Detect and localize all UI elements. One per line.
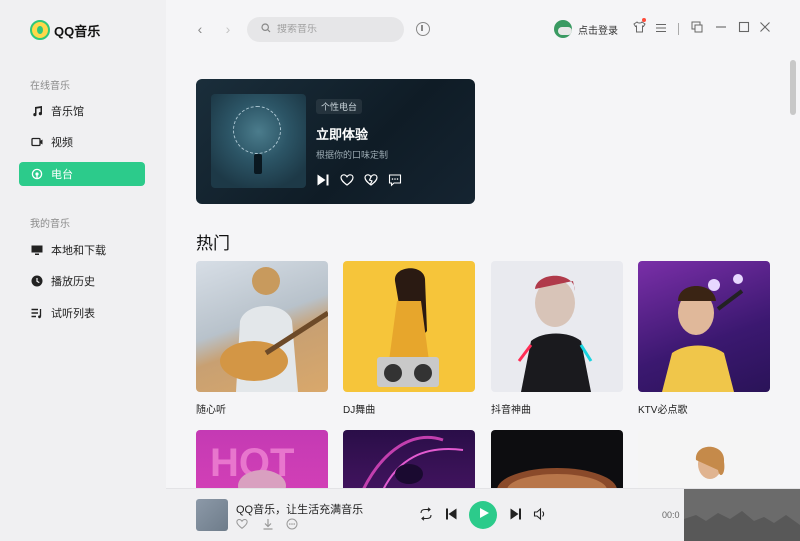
play-button[interactable] [469, 501, 497, 529]
search-box[interactable] [247, 17, 404, 42]
more-icon[interactable] [286, 518, 298, 530]
search-input[interactable] [277, 24, 387, 35]
sidebar-item-label: 电台 [51, 169, 73, 181]
top-bar: ‹ › 点击登录 [166, 0, 800, 60]
glitch-portrait-image [517, 275, 593, 392]
scrollbar-thumb[interactable] [790, 60, 796, 115]
qq-music-logo-icon [30, 20, 50, 40]
singer-image [662, 274, 744, 392]
section-title-online: 在线音乐 [30, 81, 70, 92]
avatar[interactable] [554, 20, 572, 38]
repeat-icon[interactable] [418, 507, 434, 523]
sidebar-item-label: 播放历史 [51, 276, 95, 288]
neon-figure-image [361, 435, 464, 491]
login-label[interactable]: 点击登录 [578, 22, 618, 37]
globe-illustration [233, 106, 281, 154]
hot-tile-ktv-must-sing[interactable] [638, 261, 770, 392]
personal-radio-card[interactable]: 个性电台 立即体验 根据你的口味定制 [196, 79, 475, 204]
minimize-icon[interactable] [714, 21, 728, 37]
hot-tile-douyin-hits[interactable] [491, 261, 623, 392]
scrollbar-track[interactable] [789, 60, 797, 480]
sidebar-item-label: 本地和下载 [51, 245, 106, 257]
dislike-icon[interactable] [364, 173, 378, 187]
sidebar-item-trial-list[interactable]: 试听列表 [19, 301, 145, 325]
video-icon [31, 136, 43, 148]
monitor-icon [31, 244, 43, 256]
playback-time: 00:0 [662, 510, 680, 520]
sidebar-item-label: 试听列表 [51, 308, 95, 320]
now-playing-title[interactable]: QQ音乐，让生活充满音乐 [236, 501, 363, 517]
player-bar: QQ音乐，让生活充满音乐 00:0 [166, 488, 800, 541]
back-icon[interactable]: ‹ [193, 21, 207, 37]
female-portrait-image [695, 446, 725, 479]
guitar-player-image [220, 267, 328, 392]
notification-dot [642, 18, 646, 22]
app-name: QQ音乐 [54, 23, 101, 39]
hot-tile-random-listen[interactable] [196, 261, 328, 392]
radio-cover-image[interactable] [211, 94, 306, 188]
clock-icon [31, 275, 43, 287]
comment-icon[interactable] [388, 173, 402, 187]
next-track-icon[interactable] [508, 507, 524, 523]
login-area[interactable]: 点击登录 [554, 20, 618, 38]
forward-icon[interactable]: › [221, 21, 235, 37]
hot-tile-label: DJ舞曲 [343, 405, 376, 416]
figure-illustration [254, 154, 262, 174]
close-icon[interactable] [758, 21, 772, 37]
divider [678, 23, 679, 35]
volume-icon[interactable] [532, 507, 548, 523]
app-logo[interactable]: QQ音乐 [30, 20, 100, 40]
drum-image [497, 468, 617, 512]
music-note-icon [31, 105, 43, 117]
waveform-visualizer [684, 489, 800, 541]
sidebar: QQ音乐 在线音乐 音乐馆 视频 电台 我的音乐 本地和下载 播放历史 试听列表 [0, 0, 166, 541]
hot-poster-image: HOT [210, 441, 294, 502]
sidebar-item-history[interactable]: 播放历史 [19, 269, 145, 293]
maximize-icon[interactable] [737, 21, 751, 37]
sidebar-item-music-hall[interactable]: 音乐馆 [19, 99, 145, 123]
sidebar-item-label: 音乐馆 [51, 106, 84, 118]
playlist-icon [31, 307, 43, 319]
dj-performer-image [377, 268, 439, 387]
radio-subtitle: 根据你的口味定制 [316, 150, 389, 160]
hot-tile-label: KTV必点歌 [638, 405, 688, 416]
hot-tile-label: 抖音神曲 [491, 405, 531, 416]
previous-track-icon[interactable] [443, 507, 459, 523]
section-title-my-music: 我的音乐 [30, 219, 70, 230]
like-icon[interactable] [340, 173, 354, 187]
skin-shirt-icon[interactable] [632, 21, 646, 37]
sidebar-item-label: 视频 [51, 137, 73, 149]
now-playing-cover[interactable] [196, 499, 228, 531]
like-icon[interactable] [236, 518, 248, 530]
section-heading-hot: 热门 [196, 234, 230, 253]
hot-tile-label: 随心听 [196, 405, 226, 416]
play-icon [480, 508, 489, 518]
sidebar-item-video[interactable]: 视频 [19, 130, 145, 154]
sidebar-item-local-download[interactable]: 本地和下载 [19, 238, 145, 262]
download-icon[interactable] [262, 518, 274, 530]
radio-title[interactable]: 立即体验 [316, 124, 368, 143]
hot-tile-dj-dance[interactable] [343, 261, 475, 392]
mini-mode-icon[interactable] [690, 21, 704, 37]
menu-icon[interactable] [654, 21, 668, 37]
sidebar-item-radio[interactable]: 电台 [19, 162, 145, 186]
voice-search-icon[interactable] [416, 22, 430, 36]
radio-icon [31, 168, 43, 180]
search-icon [261, 23, 271, 36]
play-next-icon[interactable] [316, 173, 330, 187]
radio-tag: 个性电台 [316, 99, 363, 114]
